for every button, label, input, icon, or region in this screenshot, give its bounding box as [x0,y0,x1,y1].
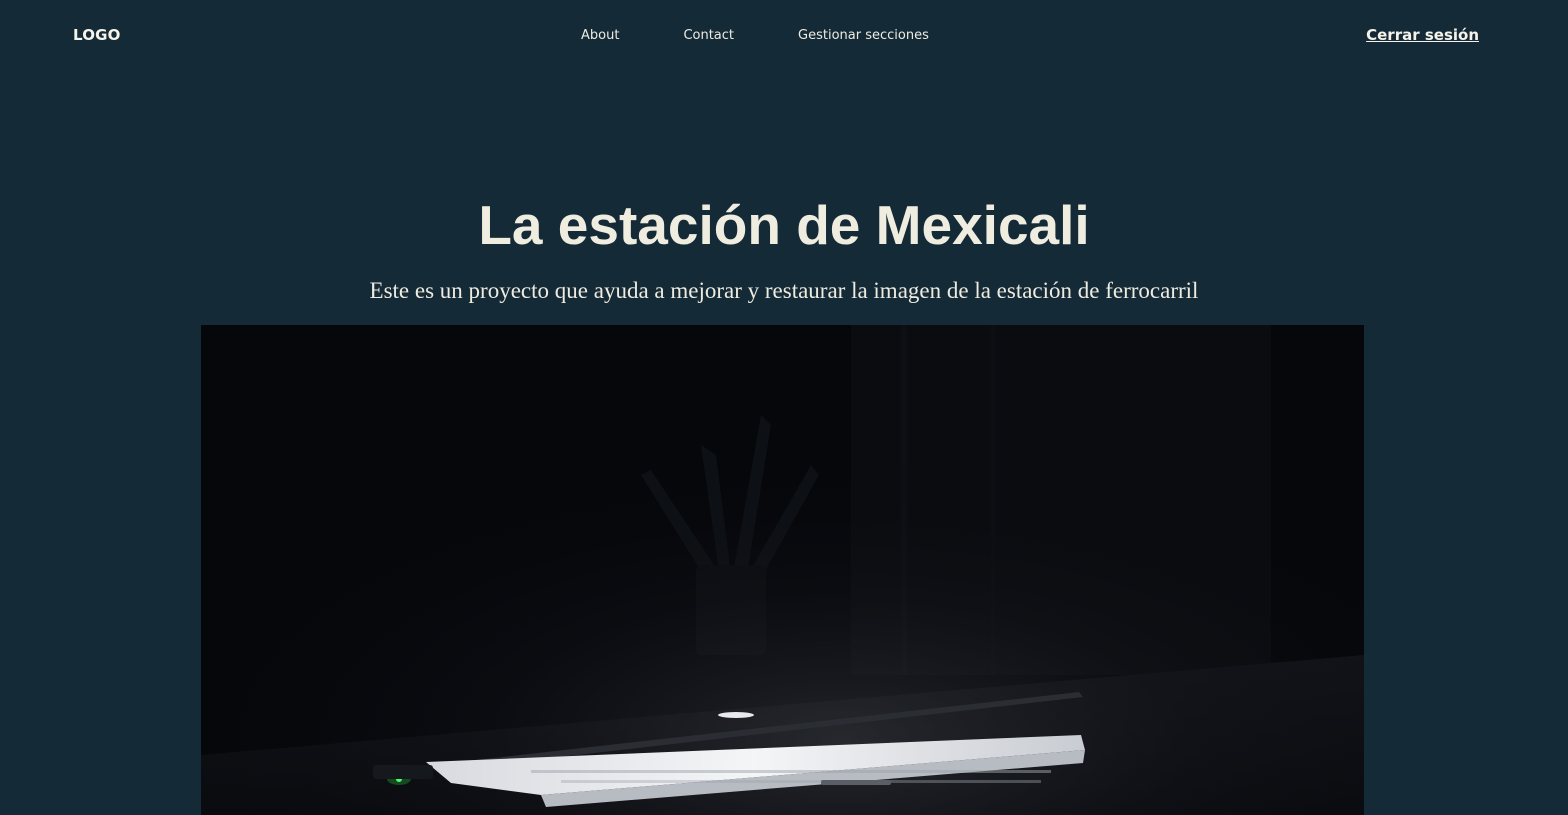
nav-link-contact[interactable]: Contact [683,28,734,43]
logo[interactable]: LOGO [73,26,121,44]
hero-subtitle: Este es un proyecto que ayuda a mejorar … [369,278,1199,303]
navbar: LOGO About Contact Gestionar secciones C… [0,0,1568,72]
logout-link[interactable]: Cerrar sesión [1366,26,1479,44]
hero-title: La estación de Mexicali [478,194,1090,256]
hero-image [201,325,1364,815]
nav-link-about[interactable]: About [581,28,619,43]
nav-links: About Contact Gestionar secciones [581,28,929,43]
nav-link-gestionar-secciones[interactable]: Gestionar secciones [798,28,929,43]
